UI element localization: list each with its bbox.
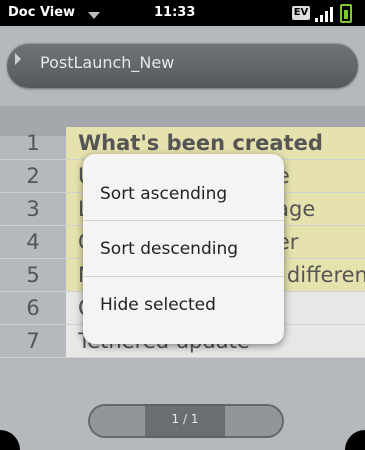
hide-selected-menu-item[interactable]: Hide selected: [83, 277, 284, 333]
row-number: 7: [26, 329, 40, 353]
page-count: 1 / 1: [171, 412, 199, 426]
row-number: 1: [26, 131, 40, 155]
title-bar-handle-icon: [15, 53, 21, 65]
sort-ascending-menu-item[interactable]: Sort ascending: [83, 166, 284, 222]
app-menu-label[interactable]: Doc View: [8, 5, 75, 20]
row-number: 4: [26, 230, 40, 254]
battery-icon: [340, 4, 352, 23]
row-number: 5: [26, 263, 40, 287]
signal-strength-icon: [315, 6, 337, 22]
ev-badge-icon: EV: [292, 6, 310, 20]
row-number: 3: [26, 197, 40, 221]
clock: 11:33: [154, 5, 196, 20]
context-menu: Sort ascending Sort descending Hide sele…: [83, 154, 284, 344]
row-number: 2: [26, 164, 40, 188]
row-number: 6: [26, 296, 40, 320]
document-title: PostLaunch_New: [40, 53, 175, 72]
status-bar: Doc View 11:33 EV: [0, 0, 365, 26]
sort-descending-menu-item[interactable]: Sort descending: [83, 221, 284, 277]
app-menu-chevron-icon[interactable]: [88, 12, 100, 19]
